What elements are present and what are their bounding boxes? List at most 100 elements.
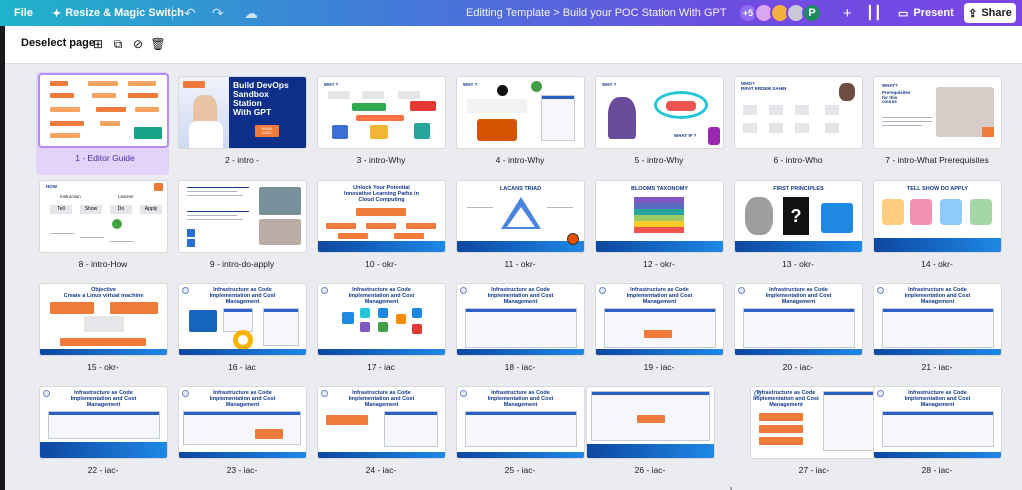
page-caption: 23 - iac- [226, 465, 258, 475]
collaborator-avatars[interactable]: +5 P [738, 0, 822, 26]
page-caption: 25 - iac- [504, 465, 536, 475]
page-caption: 5 - intro-Why [634, 155, 684, 165]
document-title[interactable]: Editting Template > Build your POC Stati… [466, 0, 728, 26]
page-caption: 21 - iac- [921, 362, 953, 372]
slide-heading: WHAT? [882, 83, 898, 88]
avatar[interactable]: P [802, 3, 822, 23]
page-caption: 28 - iac- [921, 465, 953, 475]
slide-heading: Unlock Your Potential Innovative Learnin… [344, 185, 419, 204]
slide-heading: Infrastructure as Code Implementation an… [209, 287, 276, 306]
slide-label: Learner [118, 194, 134, 199]
page-thumbnail-11[interactable]: LACANS TRIAD [457, 181, 584, 252]
slide-heading: Infrastructure as Code Implementation an… [765, 287, 832, 306]
file-menu[interactable]: File [14, 0, 33, 26]
page-thumbnail-20[interactable]: Infrastructure as Code Implementation an… [735, 284, 862, 355]
page-thumbnail-8[interactable]: HOW Instruction Learner Tell Show Do App… [40, 181, 167, 252]
slide-label: Apply [140, 205, 162, 214]
slide-title: Build DevOps Sandbox Station With GPT [233, 80, 289, 117]
slide-heading: Infrastructure as Code Implementation an… [904, 287, 971, 306]
insert-page-plus-icon[interactable]: + [727, 482, 735, 490]
slide-heading: WHY ? [602, 82, 617, 87]
page-caption: 26 - iac- [634, 465, 666, 475]
page-thumbnail-12[interactable]: BLOOMS TAXONOMY [596, 181, 723, 252]
page-thumbnail-9[interactable] [179, 181, 306, 252]
slide-heading: HOW [46, 184, 57, 189]
insights-chart-icon[interactable]: ┃┃ [866, 0, 882, 26]
page-caption: 3 - intro-Why [356, 155, 406, 165]
top-bar: File ✦ Resize & Magic Switch ↶ ↷ ☁ Editt… [0, 0, 1022, 26]
page-thumbnail-16[interactable]: Infrastructure as Code Implementation an… [179, 284, 306, 355]
resize-magic-switch-button[interactable]: ✦ Resize & Magic Switch [52, 0, 184, 26]
page-thumbnail-5[interactable]: WHY ? WHAT IF ? [596, 77, 723, 148]
page-thumbnail-10[interactable]: Unlock Your Potential Innovative Learnin… [318, 181, 445, 252]
page-caption: 1 - Editor Guide [75, 153, 135, 163]
sparkle-icon: ✦ [52, 7, 62, 20]
page-thumbnail-2[interactable]: Build DevOps Sandbox Station With GPT VI… [179, 77, 306, 148]
page-thumbnail-19[interactable]: Infrastructure as Code Implementation an… [596, 284, 723, 355]
present-button[interactable]: ▭ Present [898, 0, 954, 26]
slide-heading: WHO? RIFAT ERDEM SAHIN [741, 81, 787, 91]
slide-heading: Infrastructure as Code Implementation an… [487, 287, 554, 306]
slide-heading: FIRST PRINCIPLES [773, 186, 824, 192]
page-thumbnail-3[interactable]: WHY ? [318, 77, 445, 148]
slide-heading: Objective Create a Linux virtual machine [63, 287, 144, 300]
present-label: Present [913, 7, 954, 19]
page-thumbnail-4[interactable]: WHY ? [457, 77, 584, 148]
page-thumbnail-17[interactable]: Infrastructure as Code Implementation an… [318, 284, 445, 355]
hide-page-icon[interactable]: ⊘ [131, 37, 145, 51]
slide-heading: Infrastructure as Code Implementation an… [753, 390, 819, 409]
add-page-icon[interactable]: ⊞ [91, 37, 105, 51]
slide-heading: Infrastructure as Code Implementation an… [487, 390, 554, 409]
page-thumbnail-26[interactable] [587, 387, 714, 458]
page-caption: 24 - iac- [365, 465, 397, 475]
page-caption: 7 - intro-What Prerequisites [885, 155, 989, 165]
deselect-page-button[interactable]: Deselect page [21, 37, 95, 49]
page-thumbnail-22[interactable]: Infrastructure as Code Implementation an… [40, 387, 167, 458]
page-caption: 16 - iac [228, 362, 256, 372]
page-thumbnail-25[interactable]: Infrastructure as Code Implementation an… [457, 387, 584, 458]
page-caption: 2 - intro - [224, 155, 259, 165]
slide-heading: Infrastructure as Code Implementation an… [209, 390, 276, 409]
divider [172, 6, 173, 20]
page-thumbnail-6[interactable]: WHO? RIFAT ERDEM SAHIN [735, 77, 862, 148]
page-caption: 14 - okr- [921, 259, 953, 269]
page-action-bar: Deselect page ⊞ ⧉ ⊘ 🗑 [5, 26, 1022, 64]
page-caption: 13 - okr- [782, 259, 814, 269]
page-caption: 20 - iac- [782, 362, 814, 372]
present-icon: ▭ [898, 7, 909, 20]
page-caption: 22 - iac- [87, 465, 119, 475]
page-caption: 4 - intro-Why [495, 155, 545, 165]
page-caption: 27 - iac- [798, 465, 830, 475]
trash-icon[interactable]: 🗑 [150, 37, 165, 51]
page-thumbnail-28[interactable]: Infrastructure as Code Implementation an… [874, 387, 1001, 458]
page-thumbnail-1[interactable] [40, 75, 167, 146]
slide-heading: Infrastructure as Code Implementation an… [70, 390, 137, 409]
add-collaborator-icon[interactable]: + [843, 0, 852, 26]
page-grid: 1 - Editor Guide Build DevOps Sandbox St… [5, 64, 1022, 490]
page-thumbnail-15[interactable]: Objective Create a Linux virtual machine [40, 284, 167, 355]
page-caption: 19 - iac- [643, 362, 675, 372]
page-thumbnail-18[interactable]: Infrastructure as Code Implementation an… [457, 284, 584, 355]
page-caption: 11 - okr- [504, 259, 536, 269]
page-thumbnail-24[interactable]: Infrastructure as Code Implementation an… [318, 387, 445, 458]
cloud-sync-icon[interactable]: ☁ [244, 0, 258, 26]
page-thumbnail-13[interactable]: FIRST PRINCIPLES ? [735, 181, 862, 252]
resize-label: Resize & Magic Switch [65, 7, 184, 19]
page-thumbnail-21[interactable]: Infrastructure as Code Implementation an… [874, 284, 1001, 355]
share-button[interactable]: ⇪ Share [964, 3, 1016, 23]
page-caption: 18 - iac- [504, 362, 536, 372]
share-label: Share [981, 7, 1012, 19]
page-thumbnail-23[interactable]: Infrastructure as Code Implementation an… [179, 387, 306, 458]
page-caption: 8 - intro-How [78, 259, 128, 269]
page-thumbnail-27[interactable]: Infrastructure as Code Implementation an… [751, 387, 878, 458]
page-thumbnail-7[interactable]: WHAT? Prerequisites for this course [874, 77, 1001, 148]
page-caption: 6 - intro-Who [773, 155, 823, 165]
page-thumbnail-14[interactable]: TELL SHOW DO APPLY [874, 181, 1001, 252]
page-caption: 12 - okr- [643, 259, 675, 269]
redo-icon[interactable]: ↷ [212, 0, 224, 26]
duplicate-page-icon[interactable]: ⧉ [111, 37, 125, 51]
slide-heading: TELL SHOW DO APPLY [906, 186, 969, 192]
slide-label: Show [80, 205, 102, 214]
slide-heading: WHY ? [324, 82, 339, 87]
undo-icon[interactable]: ↶ [184, 0, 196, 26]
